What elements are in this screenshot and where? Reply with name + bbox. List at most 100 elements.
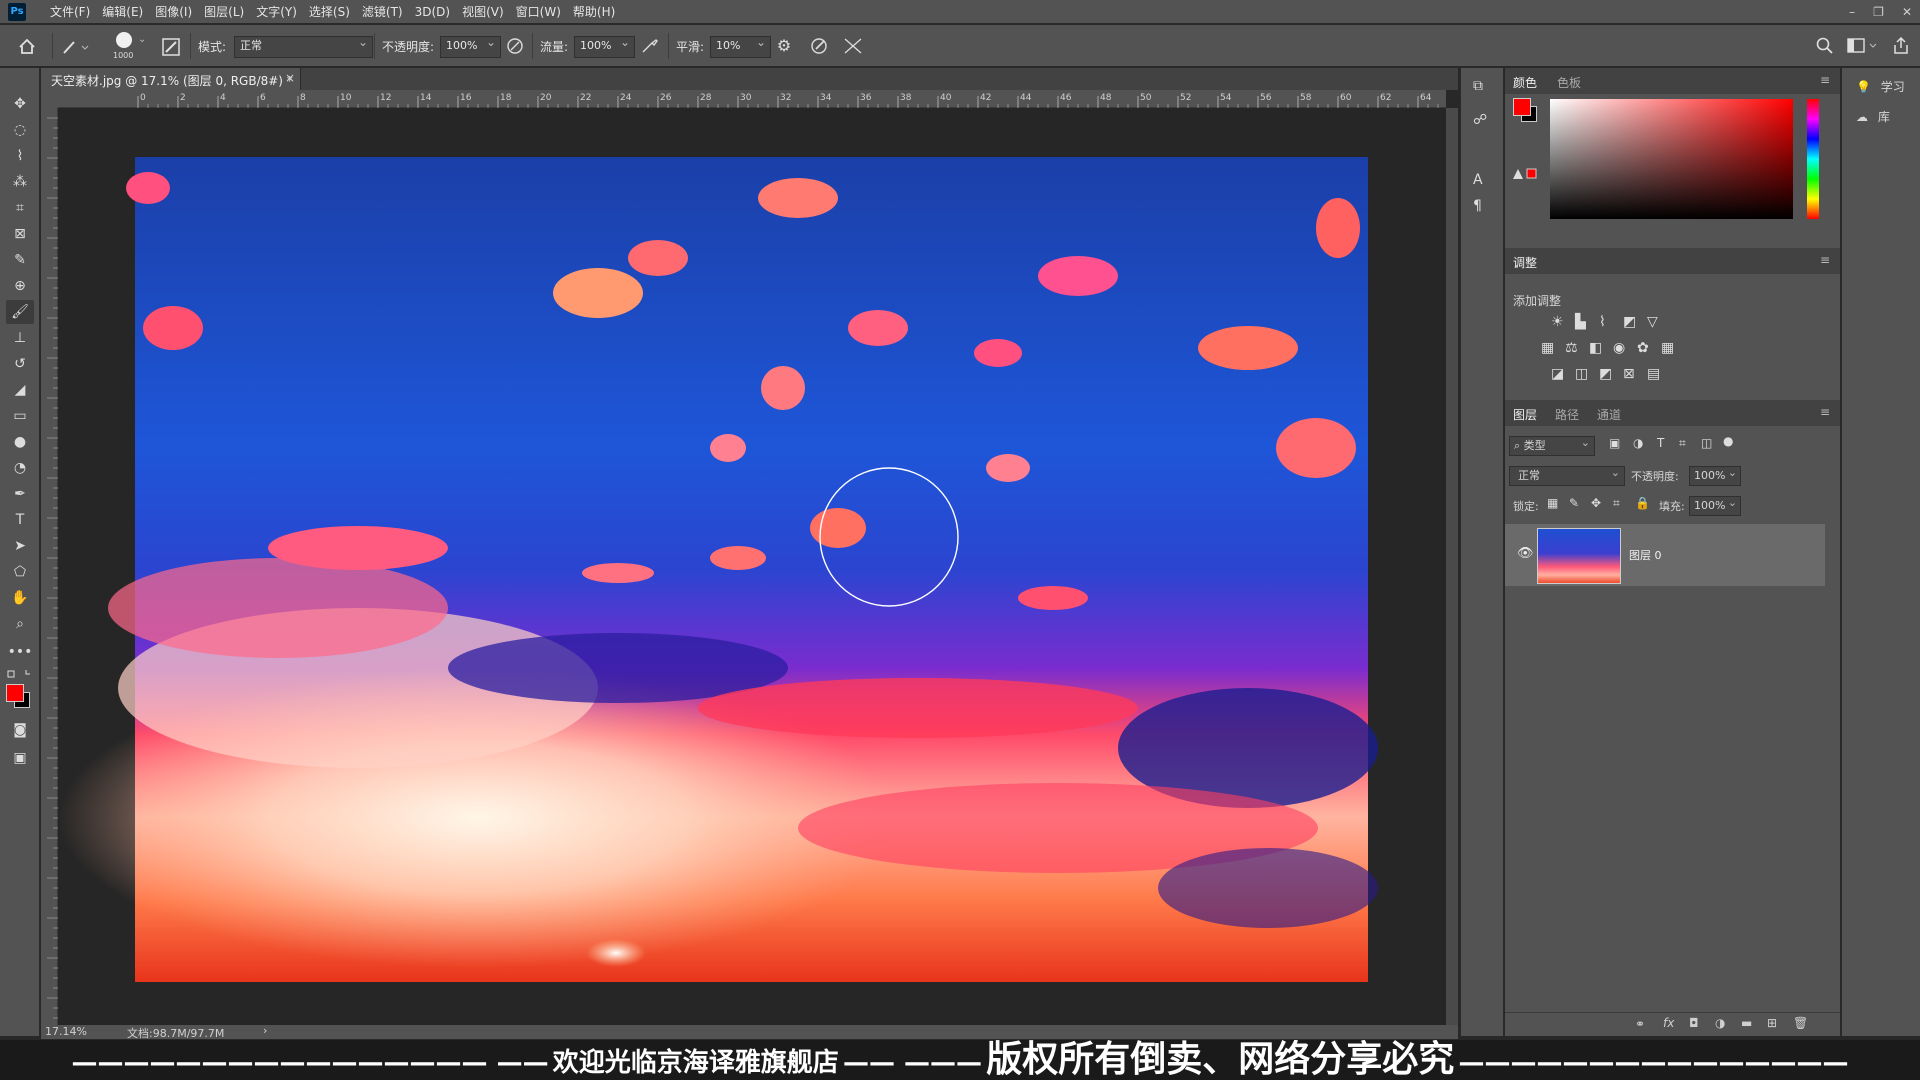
- foreground-color-swatch[interactable]: [6, 684, 24, 702]
- hand-tool-icon[interactable]: ✋: [6, 586, 34, 610]
- adjustment-filter-icon[interactable]: ◑: [1633, 436, 1643, 450]
- fill-input[interactable]: 100% ⌄: [1689, 496, 1741, 516]
- layer-row[interactable]: 👁 图层 0: [1505, 524, 1825, 586]
- sky-image-canvas[interactable]: [58, 108, 1446, 1025]
- vibrance-icon[interactable]: ▽: [1647, 314, 1658, 330]
- canvas-area[interactable]: [58, 108, 1446, 1025]
- properties-panel-icon[interactable]: ☍: [1473, 112, 1493, 132]
- quick-mask-icon[interactable]: ◙: [6, 718, 34, 742]
- color-panel-swatches[interactable]: [1513, 98, 1537, 122]
- layer-filter-select[interactable]: ⌕ 类型 ⌄: [1509, 436, 1595, 456]
- healing-brush-tool-icon[interactable]: ⊕: [6, 274, 34, 298]
- filter-toggle-icon[interactable]: ●: [1723, 434, 1733, 448]
- type-tool-icon[interactable]: T: [6, 508, 34, 532]
- tab-adjustments[interactable]: 调整: [1513, 254, 1537, 271]
- menu-item-3[interactable]: 图层(L): [198, 0, 250, 24]
- tab-color[interactable]: 颜色: [1513, 74, 1537, 91]
- libraries-button[interactable]: ☁ 库: [1856, 108, 1916, 128]
- eyedropper-tool-icon[interactable]: ✎: [6, 248, 34, 272]
- path-selection-tool-icon[interactable]: ➤: [6, 534, 34, 558]
- hue-slider[interactable]: [1807, 99, 1819, 219]
- add-mask-icon[interactable]: ◘: [1689, 1016, 1699, 1030]
- brush-size-picker[interactable]: 1000 ⌄: [110, 30, 146, 64]
- pressure-size-icon[interactable]: [810, 37, 830, 55]
- blend-mode-select[interactable]: 正常 ⌄: [1509, 466, 1625, 486]
- new-layer-icon[interactable]: ⊞: [1767, 1016, 1777, 1030]
- new-group-icon[interactable]: ▬: [1741, 1016, 1752, 1030]
- lock-position-icon[interactable]: ✥: [1591, 496, 1601, 510]
- lasso-marquee-tool-icon[interactable]: ◌: [6, 118, 34, 142]
- brush-tool-icon[interactable]: 🖌: [6, 300, 34, 324]
- clone-stamp-tool-icon[interactable]: ⊥: [6, 326, 34, 350]
- menu-item-6[interactable]: 滤镜(T): [356, 0, 409, 24]
- black-white-icon[interactable]: ◧: [1589, 340, 1602, 356]
- tab-swatches[interactable]: 色板: [1557, 74, 1581, 91]
- mode-select[interactable]: 正常: [234, 33, 373, 58]
- crop-tool-icon[interactable]: ⌗: [6, 196, 34, 220]
- color-picker-field[interactable]: [1550, 99, 1793, 219]
- threshold-icon[interactable]: ◩: [1599, 366, 1612, 382]
- history-brush-tool-icon[interactable]: ↺: [6, 352, 34, 376]
- zoom-level[interactable]: 17.14%: [45, 1025, 87, 1038]
- opacity-input[interactable]: 100%: [440, 33, 501, 58]
- smart-object-filter-icon[interactable]: ◫: [1701, 436, 1712, 450]
- blur-tool-icon[interactable]: ●: [6, 430, 34, 454]
- learn-button[interactable]: 💡 学习: [1856, 78, 1916, 98]
- share-icon[interactable]: [1890, 35, 1912, 57]
- lock-pixels-icon[interactable]: ✎: [1569, 496, 1579, 510]
- delete-layer-icon[interactable]: 🗑: [1793, 1016, 1808, 1030]
- swap-colors-icon[interactable]: [6, 668, 34, 680]
- brush-settings-icon[interactable]: [162, 38, 180, 56]
- invert-icon[interactable]: ◪: [1551, 366, 1564, 382]
- layers-menu-icon[interactable]: ≡: [1820, 405, 1830, 419]
- tab-channels[interactable]: 通道: [1597, 406, 1621, 423]
- gradient-map-icon[interactable]: ▤: [1647, 366, 1660, 382]
- symmetry-icon[interactable]: [842, 36, 864, 56]
- tab-paths[interactable]: 路径: [1555, 406, 1579, 423]
- search-icon[interactable]: [1814, 36, 1836, 56]
- more-tools-icon[interactable]: •••: [6, 640, 34, 664]
- pressure-opacity-icon[interactable]: [506, 37, 524, 55]
- tab-layers[interactable]: 图层: [1513, 406, 1537, 423]
- new-adjustment-layer-icon[interactable]: ◑: [1715, 1016, 1725, 1030]
- workspace-icon[interactable]: [1846, 36, 1880, 56]
- color-panel-menu-icon[interactable]: ≡: [1820, 73, 1830, 87]
- posterize-icon[interactable]: ◫: [1575, 366, 1588, 382]
- layer-style-icon[interactable]: fx: [1663, 1016, 1674, 1030]
- polygon-lasso-tool-icon[interactable]: ⌇: [6, 144, 34, 168]
- move-tool-icon[interactable]: ✥: [6, 92, 34, 116]
- type-filter-icon[interactable]: T: [1657, 436, 1664, 450]
- character-panel-icon[interactable]: A: [1473, 172, 1493, 192]
- frame-tool-icon[interactable]: ⊠: [6, 222, 34, 246]
- vertical-scrollbar[interactable]: [1446, 108, 1458, 1025]
- document-tab[interactable]: 天空素材.jpg @ 17.1% (图层 0, RGB/8#) * ×: [41, 68, 301, 90]
- menu-item-7[interactable]: 3D(D): [409, 0, 456, 24]
- close-window-icon[interactable]: ✕: [1902, 5, 1912, 19]
- eye-icon[interactable]: 👁: [1517, 546, 1534, 561]
- status-menu-arrow[interactable]: ›: [263, 1024, 267, 1037]
- photo-filter-icon[interactable]: ◉: [1613, 340, 1625, 356]
- menu-item-2[interactable]: 图像(I): [149, 0, 198, 24]
- smoothing-input[interactable]: 10%: [710, 33, 771, 58]
- dodge-tool-icon[interactable]: ◔: [6, 456, 34, 480]
- curves-icon[interactable]: ⌇: [1599, 314, 1606, 330]
- pen-tool-icon[interactable]: ✒: [6, 482, 34, 506]
- layer-opacity-input[interactable]: 100% ⌄: [1689, 466, 1741, 486]
- lock-artboard-icon[interactable]: ⌗: [1613, 496, 1620, 511]
- close-tab-icon[interactable]: ×: [285, 71, 295, 85]
- brightness-icon[interactable]: ☀: [1551, 314, 1564, 330]
- menu-item-5[interactable]: 选择(S): [303, 0, 356, 24]
- selective-color-icon[interactable]: ⊠: [1623, 366, 1635, 382]
- hue-saturation-icon[interactable]: ▦: [1541, 340, 1554, 356]
- lock-all-icon[interactable]: 🔒: [1635, 496, 1650, 510]
- menu-item-4[interactable]: 文字(Y): [250, 0, 303, 24]
- minimize-icon[interactable]: –: [1849, 5, 1855, 19]
- color-lookup-icon[interactable]: ▦: [1661, 340, 1674, 356]
- eraser-tool-icon[interactable]: ◢: [6, 378, 34, 402]
- color-swatches[interactable]: [6, 684, 34, 712]
- pixel-filter-icon[interactable]: ▣: [1609, 436, 1620, 450]
- screen-mode-icon[interactable]: ▣: [6, 746, 34, 770]
- magic-wand-tool-icon[interactable]: ⁂: [6, 170, 34, 194]
- layer-name[interactable]: 图层 0: [1629, 547, 1662, 563]
- menu-item-1[interactable]: 编辑(E): [96, 0, 149, 24]
